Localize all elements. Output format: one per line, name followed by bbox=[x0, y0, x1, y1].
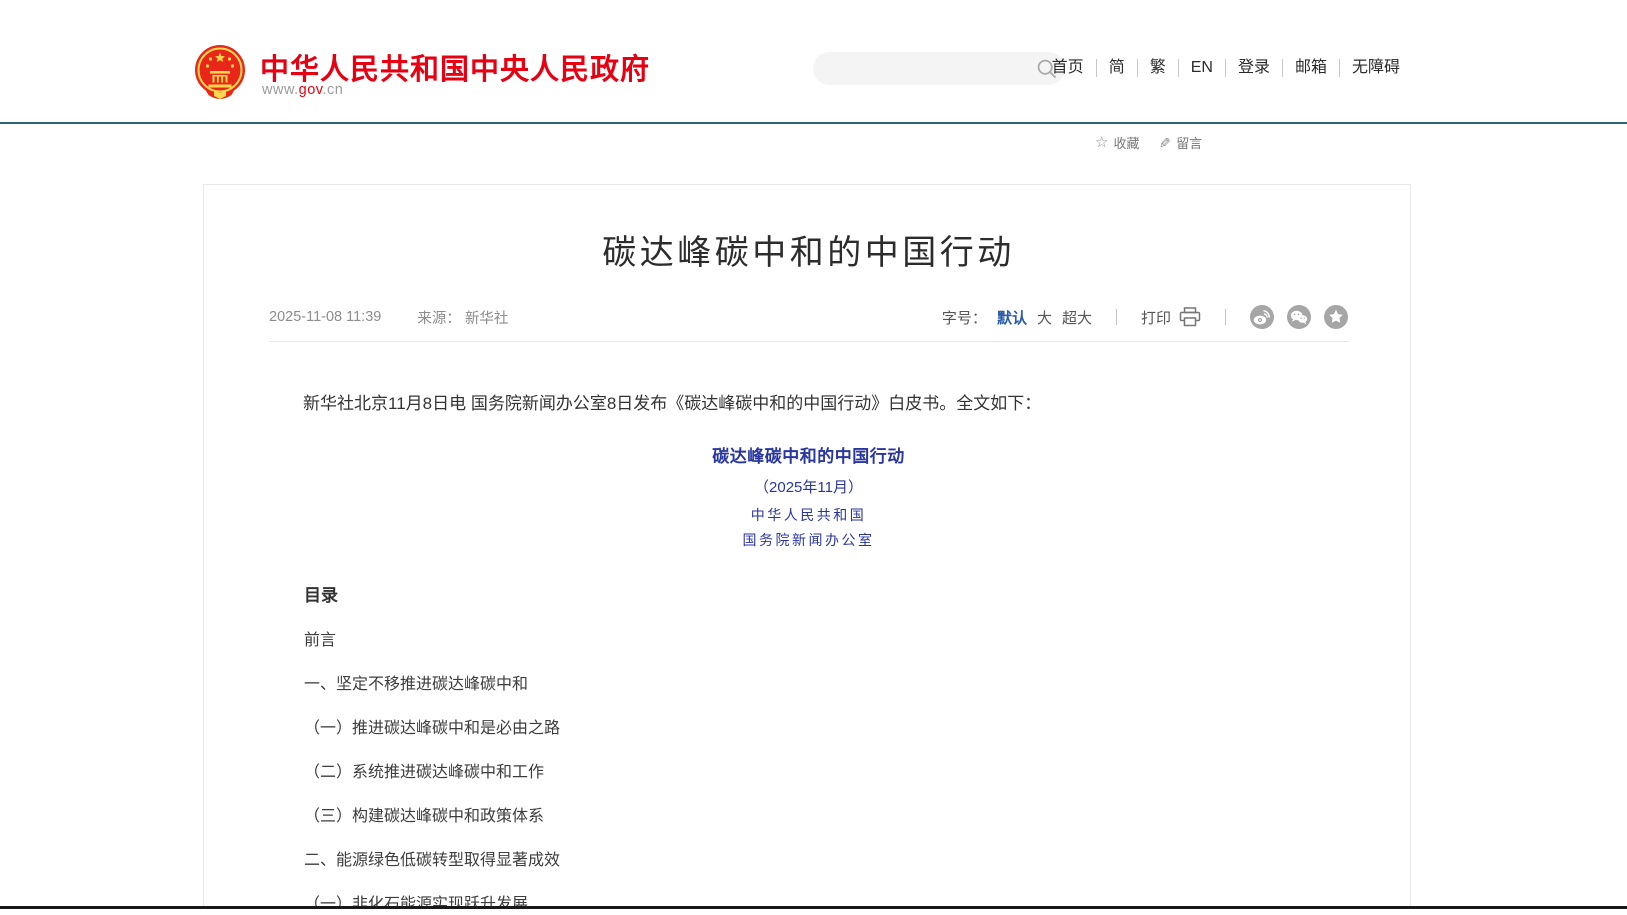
toc-item-2-1: （一）非化石能源实现跃升发展 bbox=[304, 896, 560, 906]
wechat-share-icon[interactable] bbox=[1287, 305, 1311, 329]
toc-item-1-2: （二）系统推进碳达峰碳中和工作 bbox=[304, 764, 560, 781]
article-intro: 新华社北京11月8日电 国务院新闻办公室8日发布《碳达峰碳中和的中国行动》白皮书… bbox=[269, 390, 1348, 418]
nav-link-simplified[interactable]: 简 bbox=[1096, 59, 1137, 77]
font-size-label: 字号： bbox=[942, 307, 987, 328]
nav-link-mail[interactable]: 邮箱 bbox=[1282, 59, 1339, 77]
message-label: 留言 bbox=[1176, 133, 1202, 152]
toc-item-1: 一、坚定不移推进碳达峰碳中和 bbox=[304, 676, 560, 693]
page: 中华人民共和国中央人民政府 www.gov.cn 首页 简 繁 EN 登录 邮箱… bbox=[0, 0, 1627, 915]
nav-link-accessibility[interactable]: 无障碍 bbox=[1339, 59, 1400, 77]
weibo-share-icon[interactable] bbox=[1250, 305, 1274, 329]
font-size-large[interactable]: 大 bbox=[1037, 307, 1052, 328]
site-url-domain: gov bbox=[299, 82, 323, 98]
document-issuer-line-2: 国务院新闻办公室 bbox=[269, 527, 1348, 555]
nav-link-login[interactable]: 登录 bbox=[1225, 59, 1282, 77]
document-heading-block: 碳达峰碳中和的中国行动 （2025年11月） 中华人民共和国 国务院新闻办公室 bbox=[269, 443, 1348, 555]
source-name[interactable]: 新华社 bbox=[465, 311, 509, 327]
document-title: 碳达峰碳中和的中国行动 bbox=[269, 443, 1348, 471]
toc-heading: 目录 bbox=[304, 587, 560, 605]
article-panel: 碳达峰碳中和的中国行动 2025-11-08 11:39 来源： 新华社 字号：… bbox=[203, 184, 1411, 906]
toc-item-1-1: （一）推进碳达峰碳中和是必由之路 bbox=[304, 720, 560, 737]
article-meta-row: 2025-11-08 11:39 来源： 新华社 字号： 默认 大 超大 打印 bbox=[269, 303, 1348, 331]
favorite-share-icon[interactable] bbox=[1324, 305, 1348, 329]
publish-date: 2025-11-08 11:39 bbox=[269, 309, 381, 325]
message-button[interactable]: ✎ 留言 bbox=[1159, 133, 1202, 152]
article-meta-left: 2025-11-08 11:39 来源： 新华社 bbox=[269, 307, 508, 328]
page-actions: ☆ 收藏 ✎ 留言 bbox=[1095, 133, 1202, 152]
favorite-label: 收藏 bbox=[1113, 133, 1139, 152]
share-icons bbox=[1250, 305, 1348, 329]
message-pen-icon: ✎ bbox=[1159, 136, 1171, 150]
print-button[interactable]: 打印 bbox=[1141, 307, 1171, 328]
site-url[interactable]: www.gov.cn bbox=[262, 82, 343, 98]
nav-link-home[interactable]: 首页 bbox=[1052, 59, 1096, 77]
printer-icon[interactable] bbox=[1179, 307, 1201, 327]
source-label: 来源： bbox=[417, 311, 461, 327]
top-nav: 首页 简 繁 EN 登录 邮箱 无障碍 bbox=[1052, 59, 1400, 77]
table-of-contents: 目录 前言 一、坚定不移推进碳达峰碳中和 （一）推进碳达峰碳中和是必由之路 （二… bbox=[304, 587, 560, 906]
toc-item-2: 二、能源绿色低碳转型取得显著成效 bbox=[304, 852, 560, 869]
bottom-border-line bbox=[0, 906, 1627, 909]
site-url-prefix: www. bbox=[262, 82, 299, 98]
meta-divider bbox=[269, 341, 1348, 342]
article-title: 碳达峰碳中和的中国行动 bbox=[269, 229, 1348, 277]
nav-link-english[interactable]: EN bbox=[1178, 59, 1225, 77]
font-size-xlarge[interactable]: 超大 bbox=[1062, 307, 1092, 328]
document-issuer-line-1: 中华人民共和国 bbox=[269, 502, 1348, 530]
toc-item-1-3: （三）构建碳达峰碳中和政策体系 bbox=[304, 808, 560, 825]
article-toolbar: 字号： 默认 大 超大 打印 bbox=[942, 305, 1348, 329]
document-date-line: （2025年11月） bbox=[269, 474, 1348, 502]
toolbar-separator bbox=[1116, 309, 1117, 325]
site-url-suffix: .cn bbox=[322, 82, 343, 98]
search-box bbox=[813, 52, 1065, 85]
article-source: 来源： 新华社 bbox=[417, 307, 508, 328]
nav-link-traditional[interactable]: 繁 bbox=[1137, 59, 1178, 77]
favorite-button[interactable]: ☆ 收藏 bbox=[1095, 133, 1139, 152]
national-emblem-icon[interactable] bbox=[194, 44, 246, 107]
toolbar-separator bbox=[1225, 309, 1226, 325]
favorite-star-icon: ☆ bbox=[1095, 135, 1108, 150]
font-size-default[interactable]: 默认 bbox=[997, 307, 1027, 328]
search-input[interactable] bbox=[813, 52, 1036, 85]
header-divider-line bbox=[0, 122, 1627, 124]
toc-item-preface: 前言 bbox=[304, 632, 560, 649]
